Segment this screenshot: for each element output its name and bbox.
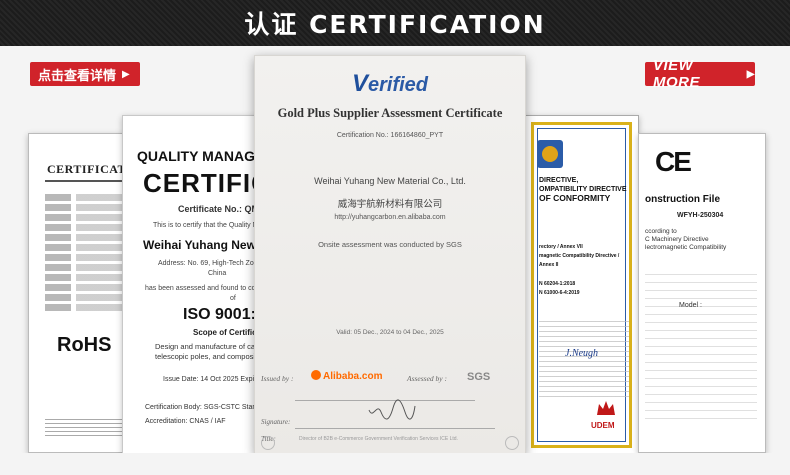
director-text: Director of B2B e-Commerce Government Ve… xyxy=(299,436,458,442)
verified-valid-dates: Valid: 05 Dec., 2024 to 04 Dec., 2025 xyxy=(336,329,444,336)
bottom-strip xyxy=(0,453,790,475)
divider xyxy=(45,180,125,182)
ce-number: WFYH-250304 xyxy=(677,212,724,219)
udem-line xyxy=(539,203,629,243)
qm-scope-label: Scope of Certifica xyxy=(193,328,262,337)
ce-text-line: lectromagnetic Compatibility xyxy=(645,244,727,251)
corner-ornament-icon xyxy=(261,436,275,450)
qm-scope-line: telescopic poles, and composit xyxy=(155,352,258,361)
verified-v-icon: V xyxy=(351,70,368,97)
udem-line: DIRECTIVE, xyxy=(539,177,579,184)
sgs-logo: SGS xyxy=(467,371,491,383)
qm-address-line: Address: No. 69, High-Tech Zone, xyxy=(158,260,264,267)
qm-assessed-line: of xyxy=(230,295,236,302)
qm-title: CERTIFIC xyxy=(143,168,271,198)
udem-ce-certificate[interactable]: DIRECTIVE, OMPATIBILITY DIRECTIVE OF CON… xyxy=(524,115,639,455)
qm-standard: ISO 9001:2 xyxy=(183,306,265,323)
ce-text: ccording to C Machinery Directive lectro… xyxy=(645,228,726,252)
qm-issue-date: Issue Date: 14 Oct 2025 Expi xyxy=(163,376,255,383)
iso-quality-certificate[interactable]: QUALITY MANAGEM CERTIFIC Certificate No.… xyxy=(122,115,272,455)
qm-assessed-line: has been assessed and found to confi xyxy=(145,285,263,292)
qm-scope: Design and manufacture of ca telescopic … xyxy=(155,342,257,362)
qm-heading: QUALITY MANAGEM xyxy=(137,148,272,164)
section-header: 认证 CERTIFICATION xyxy=(0,0,790,46)
qm-company: Weihai Yuhang New Ma xyxy=(143,238,272,252)
udem-badge-icon xyxy=(537,140,563,168)
udem-line: OF CONFORMITY xyxy=(539,193,611,203)
udem-footer-text xyxy=(539,321,629,401)
udem-line: N 61000-6-4:2019 xyxy=(539,290,580,296)
view-details-button[interactable]: 点击查看详情 ▶ xyxy=(30,62,140,86)
qm-address-line: China xyxy=(208,270,227,277)
ce-model-label: Model : xyxy=(679,302,702,309)
view-more-label: VIEW MORE xyxy=(653,57,700,91)
alibaba-name: Alibaba.com xyxy=(323,371,383,382)
section-title: 认证 CERTIFICATION xyxy=(244,10,546,39)
view-details-label: 点击查看详情 xyxy=(38,68,117,84)
udem-line xyxy=(539,270,629,280)
qm-certify-text: This is to certify that the Quality Ma xyxy=(153,222,263,229)
assessed-by-label: Assessed by : xyxy=(407,374,447,383)
corner-ornament-icon xyxy=(505,436,519,450)
divider xyxy=(295,428,495,429)
qm-cert-body-block: Certification Body: SGS-CSTC Standards A… xyxy=(145,401,272,429)
ce-mark-icon: CE xyxy=(655,146,692,177)
qm-assessed: has been assessed and found to confi of xyxy=(145,284,263,304)
ce-construction-file[interactable]: CE onstruction File WFYH-250304 ccording… xyxy=(638,133,766,453)
alibaba-logo: Alibaba.com xyxy=(311,370,382,382)
alibaba-icon xyxy=(311,370,321,380)
udem-crown-icon xyxy=(597,401,615,415)
verified-company-en: Weihai Yuhang New Material Co., Ltd. xyxy=(314,176,466,186)
verified-title: Gold Plus Supplier Assessment Certificat… xyxy=(277,106,503,120)
play-arrow-icon: ▶ xyxy=(746,68,755,80)
signature-label: Signature: xyxy=(261,418,291,426)
verified-onsite: Onsite assessment was conducted by SGS xyxy=(318,240,462,249)
udem-brand: UDEM xyxy=(591,421,615,430)
issued-by-label: Issued by : xyxy=(261,374,294,383)
cert-footer-text xyxy=(45,419,125,439)
udem-line: rectory / Annex VII xyxy=(539,244,583,250)
rohs-mark: RoHS xyxy=(57,334,112,356)
alibaba-verified-certificate[interactable]: Verified Gold Plus Supplier Assessment C… xyxy=(254,55,526,455)
signature-scribble-icon xyxy=(368,399,416,420)
rohs-cert-heading: CERTIFICATI xyxy=(47,162,132,176)
verified-badge: Verified xyxy=(255,70,525,98)
qm-accreditation: Accreditation: CNAS / IAF xyxy=(145,418,226,425)
cert-text-block xyxy=(45,194,131,314)
play-arrow-icon: ▶ xyxy=(122,68,130,80)
ce-text-block xyxy=(645,274,757,424)
udem-line: magnetic Compatibility Directive / Annex… xyxy=(539,253,620,268)
ce-text-line: C Machinery Directive xyxy=(645,236,709,243)
qm-cert-body: Certification Body: SGS-CSTC Standards xyxy=(145,404,272,411)
verified-text: erified xyxy=(367,74,429,96)
udem-text: DIRECTIVE, OMPATIBILITY DIRECTIVE OF CON… xyxy=(539,176,629,298)
verified-cert-number: Certification No.: 166164860_PYT xyxy=(336,132,444,139)
qm-address: Address: No. 69, High-Tech Zone, China xyxy=(158,259,263,279)
verified-company-cn: 威海宇航新材料有限公司 xyxy=(337,199,443,210)
ce-title: onstruction File xyxy=(645,194,720,205)
qm-scope-line: Design and manufacture of ca xyxy=(155,342,256,351)
udem-line: N 60204-1:2018 xyxy=(539,281,576,287)
udem-signature: J.Neugh xyxy=(565,348,599,359)
view-more-button[interactable]: VIEW MORE ▶ xyxy=(645,57,755,91)
verified-url: http://yuhangcarbon.en.alibaba.com xyxy=(334,214,446,221)
ce-text-line: ccording to xyxy=(645,228,677,235)
